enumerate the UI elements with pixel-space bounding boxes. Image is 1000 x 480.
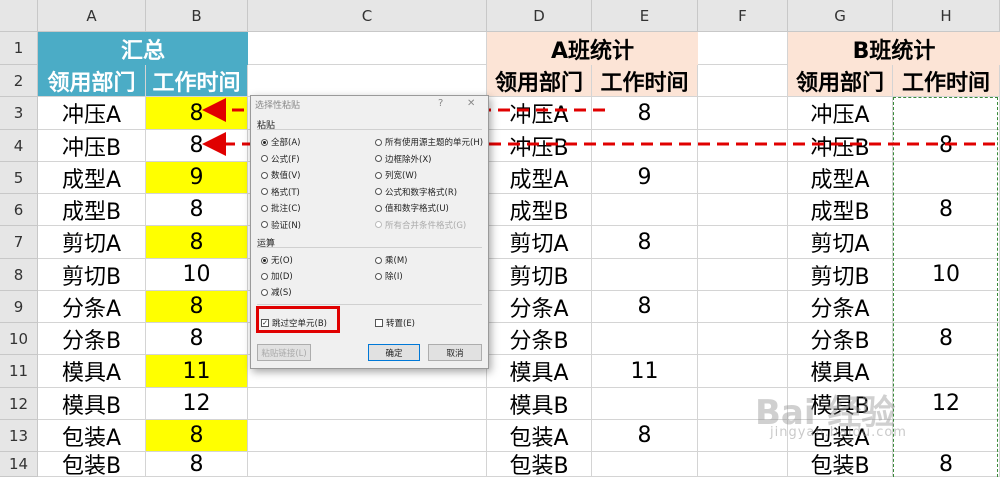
option-label: 所有使用源主题的单元(H) xyxy=(385,138,484,148)
radio-icon xyxy=(261,272,268,280)
operation-option-right[interactable]: 乘(M) xyxy=(375,254,407,266)
radio-icon xyxy=(261,221,268,228)
radio-icon xyxy=(375,272,382,280)
paste-option-right[interactable]: 所有使用源主题的单元(H) xyxy=(375,136,483,148)
option-label: 全部(A) xyxy=(271,138,301,148)
option-label: 加(D) xyxy=(271,272,293,282)
radio-icon xyxy=(375,171,382,179)
option-label: 数值(V) xyxy=(271,171,301,181)
watermark-url: jingyan.baidu.com xyxy=(770,425,907,440)
option-label: 值和数字格式(U) xyxy=(385,204,449,214)
option-label: 无(O) xyxy=(271,256,293,266)
paste-link-button[interactable]: 粘贴链接(L) xyxy=(257,344,311,361)
option-label: 所有合并条件格式(G) xyxy=(385,220,467,231)
paste-option-right[interactable]: 公式和数字格式(R) xyxy=(375,186,457,198)
transpose-label: 转置(E) xyxy=(386,319,416,329)
option-label: 格式(T) xyxy=(271,187,300,198)
option-label: 批注(C) xyxy=(271,204,301,214)
cancel-button[interactable]: 取消 xyxy=(428,344,482,361)
radio-icon xyxy=(261,204,268,212)
ok-button[interactable]: 确定 xyxy=(368,344,420,361)
option-label: 列宽(W) xyxy=(385,171,418,181)
radio-icon xyxy=(375,221,382,228)
checkbox-icon xyxy=(375,319,383,327)
option-label: 公式(F) xyxy=(271,154,300,165)
paste-option-left[interactable]: 全部(A) xyxy=(261,136,300,148)
paste-option-left[interactable]: 批注(C) xyxy=(261,202,301,214)
option-label: 公式和数字格式(R) xyxy=(385,187,458,198)
radio-icon xyxy=(261,188,268,195)
dialog-title: 选择性粘贴 xyxy=(255,101,301,111)
paste-option-left[interactable]: 格式(T) xyxy=(261,186,300,198)
radio-icon xyxy=(375,188,382,195)
paste-option-left[interactable]: 数值(V) xyxy=(261,169,300,181)
paste-option-left[interactable]: 公式(F) xyxy=(261,153,300,165)
transpose-checkbox[interactable]: 转置(E) xyxy=(375,317,415,329)
operation-option-left[interactable]: 减(S) xyxy=(261,286,292,298)
radio-icon xyxy=(261,138,268,146)
paste-option-right[interactable]: 边框除外(X) xyxy=(375,153,431,165)
radio-icon xyxy=(261,171,268,179)
operation-option-left[interactable]: 加(D) xyxy=(261,270,293,282)
option-label: 减(S) xyxy=(271,288,292,298)
close-icon[interactable]: ✕ xyxy=(467,98,475,109)
operation-option-right[interactable]: 除(I) xyxy=(375,270,403,282)
paste-option-right[interactable]: 值和数字格式(U) xyxy=(375,202,449,214)
paste-option-right[interactable]: 所有合并条件格式(G) xyxy=(375,219,466,231)
option-label: 边框除外(X) xyxy=(385,154,432,165)
radio-icon xyxy=(375,256,382,264)
radio-icon xyxy=(375,138,382,146)
option-label: 除(I) xyxy=(385,272,403,282)
radio-icon xyxy=(261,155,268,162)
radio-icon xyxy=(261,256,268,264)
radio-icon xyxy=(375,204,382,212)
skip-blanks-highlight xyxy=(256,306,340,333)
radio-icon xyxy=(261,288,268,296)
radio-icon xyxy=(375,155,382,162)
option-label: 验证(N) xyxy=(271,220,301,231)
paste-option-left[interactable]: 验证(N) xyxy=(261,219,301,231)
option-label: 乘(M) xyxy=(385,256,408,266)
paste-option-right[interactable]: 列宽(W) xyxy=(375,169,417,181)
help-icon[interactable]: ? xyxy=(438,98,443,109)
operation-option-left[interactable]: 无(O) xyxy=(261,254,293,266)
